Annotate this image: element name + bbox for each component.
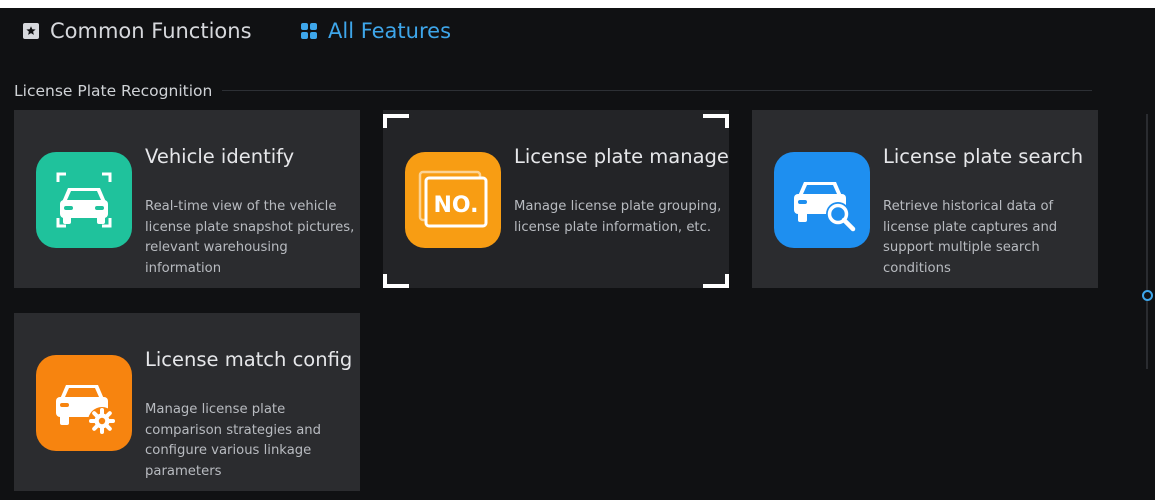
selection-corner bbox=[383, 114, 409, 128]
card-license-plate-search[interactable]: License plate search Retrieve historical… bbox=[752, 110, 1098, 288]
card-description: Retrieve historical data of license plat… bbox=[883, 199, 1058, 276]
card-title: License match config bbox=[145, 348, 353, 371]
icon-plate-text: NO. bbox=[434, 193, 479, 218]
scrollbar-track[interactable] bbox=[1146, 114, 1148, 369]
card-title: Vehicle identify bbox=[145, 145, 295, 168]
tab-label: Common Functions bbox=[50, 19, 252, 43]
vehicle-identify-icon bbox=[36, 152, 132, 248]
app-screen: Common Functions All Features License Pl… bbox=[0, 0, 1155, 500]
card-license-match-config[interactable]: License match config Manage license plat… bbox=[14, 313, 360, 491]
card-title: License plate search bbox=[883, 145, 1084, 168]
section-divider bbox=[222, 90, 1092, 91]
license-plate-search-icon bbox=[774, 152, 870, 248]
card-description: Manage license plate grouping, license p… bbox=[514, 199, 722, 235]
selection-corner bbox=[383, 274, 409, 288]
card-description: Manage license plate comparison strategi… bbox=[145, 402, 322, 479]
tab-common-functions[interactable]: Common Functions bbox=[22, 18, 252, 44]
selection-corner bbox=[703, 274, 729, 288]
grid-icon bbox=[300, 22, 318, 40]
selection-corner bbox=[703, 114, 729, 128]
card-vehicle-identify[interactable]: Vehicle identify Real-time view of the v… bbox=[14, 110, 360, 288]
scrollbar-handle[interactable] bbox=[1142, 290, 1153, 301]
section-title: License Plate Recognition bbox=[14, 82, 213, 100]
top-strip bbox=[0, 0, 1155, 8]
tab-label: All Features bbox=[328, 19, 452, 43]
tab-all-features[interactable]: All Features bbox=[300, 18, 451, 44]
card-license-plate-manage[interactable]: NO. License plate manage Manage license … bbox=[383, 110, 729, 288]
star-box-icon bbox=[22, 22, 40, 40]
card-description: Real-time view of the vehicle license pl… bbox=[145, 199, 355, 276]
license-match-config-icon bbox=[36, 355, 132, 451]
license-plate-no-icon: NO. bbox=[405, 152, 501, 248]
card-title: License plate manage bbox=[514, 145, 729, 168]
